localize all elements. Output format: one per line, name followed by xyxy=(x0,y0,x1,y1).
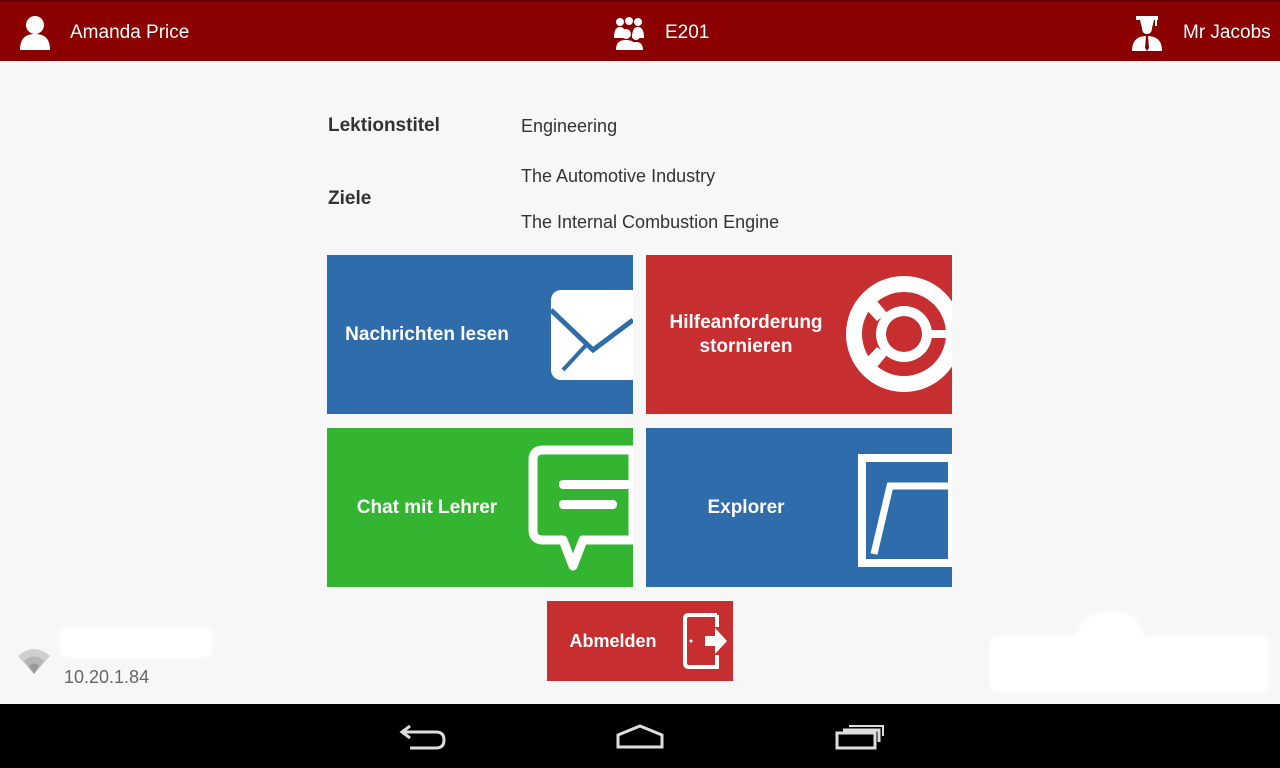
teacher-name: Mr Jacobs xyxy=(1183,21,1271,43)
folder-icon xyxy=(858,454,952,567)
home-icon[interactable] xyxy=(610,718,670,754)
group-icon xyxy=(614,16,644,50)
envelope-icon xyxy=(549,290,633,380)
teacher-info: Mr Jacobs xyxy=(1130,2,1271,63)
lesson-title-value: Engineering xyxy=(521,116,618,136)
cancel-help-request-label: Hilfeanforderung stornieren xyxy=(669,311,823,357)
explorer-label: Explorer xyxy=(707,496,785,518)
explorer-tile[interactable]: Explorer xyxy=(646,428,952,587)
student-name: Amanda Price xyxy=(70,21,190,43)
system-nav-bar xyxy=(0,704,1280,768)
exit-door-icon xyxy=(683,613,727,669)
goals-label: Ziele xyxy=(328,188,372,209)
user-icon xyxy=(20,15,50,50)
chat-bubble-icon xyxy=(528,445,633,571)
redacted-area xyxy=(1075,612,1145,642)
ip-address: 10.20.1.84 xyxy=(64,667,150,687)
logout-label: Abmelden xyxy=(569,631,657,651)
lifebuoy-icon xyxy=(846,276,952,392)
back-icon[interactable] xyxy=(394,718,454,754)
student-info: Amanda Price xyxy=(18,2,189,63)
chat-with-teacher-tile[interactable]: Chat mit Lehrer xyxy=(327,428,633,587)
read-messages-label: Nachrichten lesen xyxy=(345,323,509,345)
recent-apps-icon[interactable] xyxy=(827,718,887,754)
goal-item: The Internal Combustion Engine xyxy=(521,212,780,232)
redacted-area xyxy=(990,636,1268,692)
lesson-title-label: Lektionstitel xyxy=(328,115,440,136)
top-bar: Amanda Price E201 Mr Jacobs xyxy=(0,0,1280,61)
redacted-area xyxy=(60,628,212,658)
teacher-icon xyxy=(1132,15,1162,51)
room-info: E201 xyxy=(612,2,709,63)
read-messages-tile[interactable]: Nachrichten lesen xyxy=(327,255,633,414)
chat-with-teacher-label: Chat mit Lehrer xyxy=(356,496,498,518)
wifi-icon xyxy=(18,649,50,674)
room-name: E201 xyxy=(665,21,710,43)
cancel-help-request-tile[interactable]: Hilfeanforderung stornieren xyxy=(646,255,952,414)
goal-item: The Automotive Industry xyxy=(521,166,716,186)
logout-tile[interactable]: Abmelden xyxy=(547,601,733,681)
